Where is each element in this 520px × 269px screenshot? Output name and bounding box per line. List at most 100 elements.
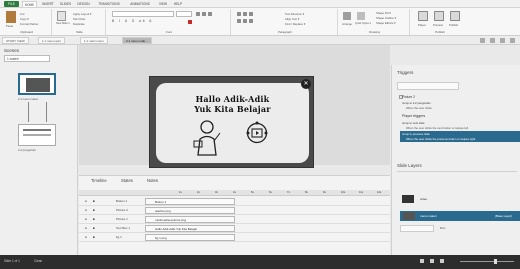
tab-file[interactable]: FILE	[4, 1, 19, 7]
quick-styles-icon[interactable]	[357, 12, 365, 20]
timeline-row[interactable]: ● ■ Button 1 Button 1	[79, 197, 390, 206]
layout-icon[interactable]	[480, 38, 485, 43]
trigger-action-link[interactable]: Jump to 2.2 pengertian	[402, 101, 431, 105]
base-layer-row[interactable]: menu materi (Base Layer)	[400, 211, 520, 221]
slide-title-line1[interactable]: Hallo Adik-Adik	[150, 94, 313, 104]
tab-design[interactable]: DESIGN	[75, 1, 92, 7]
duplicate-button[interactable]: Duplicate	[73, 22, 85, 26]
font-color-icon[interactable]	[188, 20, 192, 24]
teacher-icon[interactable]	[192, 119, 222, 157]
quick-styles-button[interactable]: Quick Styles ▾	[355, 22, 371, 25]
tab-view[interactable]: VIEW	[157, 1, 169, 7]
arrange-button[interactable]: Arrange	[342, 22, 352, 26]
tab-menu-quiz[interactable]: 1.1 menu quiz	[38, 37, 65, 44]
font-family-select[interactable]	[112, 11, 174, 17]
layer-toolbar[interactable]	[400, 225, 434, 232]
trigger-action-link[interactable]: Jump to next slide	[402, 121, 425, 125]
timeline-bar[interactable]: multimedia-options.png	[145, 216, 235, 223]
lock-icon[interactable]: ■	[93, 226, 95, 230]
tab-notes[interactable]: Notes	[147, 178, 158, 183]
shape-outline-button[interactable]: Shape Outline ▾	[376, 16, 396, 20]
tab-home[interactable]: HOME	[22, 1, 37, 7]
cut-button[interactable]: Cut	[20, 12, 24, 16]
paste-icon[interactable]	[6, 11, 16, 23]
layer-name[interactable]: video	[420, 197, 427, 201]
scene-select[interactable]: 1 materi	[4, 55, 50, 62]
tab-timeline[interactable]: Timeline	[91, 178, 107, 183]
player-icon[interactable]	[418, 11, 428, 21]
align-text-button[interactable]: Align Text ▾	[285, 17, 299, 21]
tab-slides[interactable]: SLIDES	[58, 1, 73, 7]
zoom-slider-handle[interactable]	[494, 259, 497, 264]
numbering-icon[interactable]	[243, 12, 247, 16]
preview-icon[interactable]	[434, 11, 444, 21]
timeline-row[interactable]: ● ■ bg 1 bg 1.png	[79, 233, 390, 242]
align-right-icon[interactable]	[249, 19, 253, 23]
new-slide-icon[interactable]	[57, 11, 66, 21]
align-left-icon[interactable]	[237, 19, 241, 23]
trigger-toolbar[interactable]	[397, 82, 459, 90]
slide-thumb-pengertian[interactable]	[18, 124, 56, 146]
tab-insert[interactable]: INSERT	[40, 1, 56, 7]
font-size-select[interactable]	[176, 11, 192, 17]
timeline-row[interactable]: ● ■ Text Box 1 Hallo Adik-Adik Yuk Kita …	[79, 224, 390, 233]
fit-view-icon[interactable]	[440, 259, 444, 263]
align-center-icon[interactable]	[243, 19, 247, 23]
lock-icon[interactable]: ■	[93, 199, 95, 203]
zoom-slider[interactable]	[460, 261, 514, 262]
tab-order-button[interactable]: Tab Order	[73, 17, 85, 21]
tab-states[interactable]: States	[121, 178, 133, 183]
eye-icon[interactable]: ●	[85, 208, 87, 212]
publish-icon[interactable]	[450, 11, 460, 21]
tab-story-view[interactable]: STORY VIEW	[2, 37, 29, 44]
timeline-row[interactable]: ● ■ Picture 1 multimedia-options.png	[79, 215, 390, 224]
copy-button[interactable]: Copy ▾	[20, 17, 29, 21]
tab-transitions[interactable]: TRANSITIONS	[94, 1, 124, 7]
slide-thumb-menu-materi[interactable]	[18, 73, 56, 95]
preview-button[interactable]: Preview	[433, 23, 443, 27]
eye-icon[interactable]: ●	[85, 235, 87, 239]
timeline-bar[interactable]: bg 1.png	[145, 234, 235, 241]
text-direction-button[interactable]: Text Direction ▾	[285, 12, 304, 16]
eye-icon[interactable]: ●	[85, 226, 87, 230]
font-format-buttons[interactable]: B I U S ab A	[112, 19, 153, 23]
lock-icon[interactable]: ■	[93, 217, 95, 221]
lock-icon[interactable]: ■	[93, 208, 95, 212]
selected-trigger[interactable]: Jump to previous slide When the user cli…	[400, 131, 520, 142]
grid-icon[interactable]	[500, 38, 505, 43]
dim-checkbox-label[interactable]: Dim	[440, 226, 445, 230]
timeline-bar[interactable]: teacher.png	[145, 207, 235, 214]
shape-fill-button[interactable]: Shape Fill ▾	[376, 11, 391, 15]
tab-help[interactable]: HELP	[172, 1, 184, 7]
story-view-icon[interactable]	[430, 259, 434, 263]
eye-icon[interactable]: ●	[85, 199, 87, 203]
format-painter-button[interactable]: Format Painter	[20, 22, 39, 26]
bullets-icon[interactable]	[237, 12, 241, 16]
apply-layout-button[interactable]: Apply Layout ▾	[73, 12, 91, 16]
publish-button[interactable]: Publish	[449, 23, 458, 27]
timeline-ruler[interactable]: 1s 2s 3s 4s 5s 6s 7s 8s 9s 10s 11s 12s	[79, 190, 390, 196]
multimedia-icon[interactable]	[246, 121, 268, 145]
normal-view-icon[interactable]	[420, 259, 424, 263]
shape-effects-button[interactable]: Shape Effects ▾	[376, 21, 396, 25]
arrange-icon[interactable]	[343, 12, 351, 20]
paste-button[interactable]: Paste	[6, 24, 13, 28]
lock-icon[interactable]: ■	[93, 235, 95, 239]
close-icon[interactable]: ✕	[301, 79, 311, 89]
timeline-row[interactable]: ● ■ Picture 2 teacher.png	[79, 206, 390, 215]
eye-icon[interactable]: ●	[85, 217, 87, 221]
clear-format-icon[interactable]	[208, 12, 212, 16]
slide-canvas[interactable]: Hallo Adik-Adik Yuk Kita Belajar ✕	[149, 76, 314, 168]
layer-thumbnail[interactable]	[402, 195, 414, 203]
new-slide-button[interactable]: New Slide ▾	[56, 22, 70, 25]
indent-icon[interactable]	[249, 12, 253, 16]
find-replace-button[interactable]: Find / Replace ▾	[285, 22, 305, 26]
restore-icon[interactable]	[510, 38, 515, 43]
grow-font-icon[interactable]	[196, 12, 200, 16]
tab-menu-materi[interactable]: 2.1 menu mak...	[122, 37, 152, 44]
tab-main-menu[interactable]: 1.1 main menu	[80, 37, 108, 44]
slide-title-line2[interactable]: Yuk Kita Belajar	[150, 104, 313, 114]
timeline-bar[interactable]: Button 1	[145, 198, 235, 205]
player-button[interactable]: Player	[418, 23, 426, 27]
shrink-font-icon[interactable]	[202, 12, 206, 16]
